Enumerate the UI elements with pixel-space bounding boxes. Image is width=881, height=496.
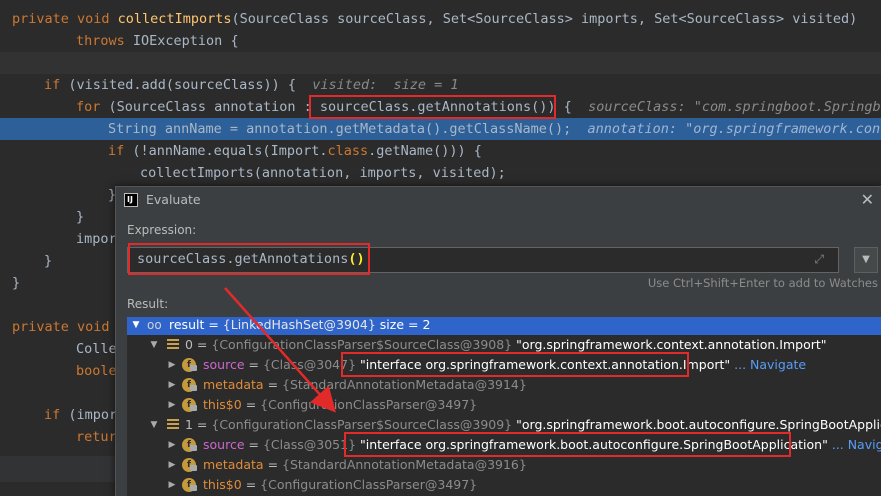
tree-row-item-0[interactable]: ▼ 0 = {ConfigurationClassParser$SourceCl…: [127, 335, 881, 355]
field-icon: f: [182, 398, 197, 412]
field-icon: f: [182, 358, 197, 372]
watch-tip: Use Ctrl+Shift+Enter to add to Watches: [647, 276, 878, 290]
tree-row-item-1[interactable]: ▼ 1 = {ConfigurationClassParser$SourceCl…: [127, 415, 881, 435]
expand-icon[interactable]: ⤢: [814, 252, 824, 267]
tree-row-source-0[interactable]: ▶ f source = {Class@3047} "interface org…: [127, 355, 881, 375]
code-line-5: for (SourceClass annotation : sourceClas…: [76, 99, 881, 115]
dialog-title: Evaluate: [146, 192, 201, 207]
evaluate-dialog: IJ Evaluate ✕ Expression: sourceClass.ge…: [115, 186, 881, 496]
field-icon: f: [182, 458, 197, 472]
field-icon: f: [182, 478, 197, 492]
list-item-icon: [167, 339, 179, 351]
tree-row-result[interactable]: ▼ oo result = {LinkedHashSet@3904} size …: [127, 317, 881, 335]
code-line-6-current: String annName = annotation.getMetadata(…: [0, 118, 881, 140]
close-icon[interactable]: ✕: [861, 190, 874, 209]
tree-row-this-0[interactable]: ▶ f this$0 = {ConfigurationClassParser@3…: [127, 395, 881, 415]
history-dropdown-button[interactable]: ▼: [854, 247, 878, 273]
code-line-1: private void collectImports(SourceClass …: [12, 11, 858, 27]
expression-label: Expression:: [127, 223, 197, 237]
expression-text: sourceClass.getAnnotations: [137, 251, 349, 267]
tree-row-metadata-1[interactable]: ▶ f metadata = {StandardAnnotationMetada…: [127, 455, 881, 475]
tree-row-source-1[interactable]: ▶ f source = {Class@3051} "interface org…: [127, 435, 881, 455]
code-line-8: collectImports(annotation, imports, visi…: [140, 165, 506, 181]
navigate-link[interactable]: ... Navigate: [832, 437, 881, 452]
code-line-2: throws IOException {: [76, 33, 239, 49]
field-icon: f: [182, 438, 197, 452]
tree-row-metadata-0[interactable]: ▶ f metadata = {StandardAnnotationMetada…: [127, 375, 881, 395]
code-line-3: [0, 52, 881, 74]
result-tree[interactable]: ▼ oo result = {LinkedHashSet@3904} size …: [127, 317, 881, 496]
result-label: Result:: [127, 297, 169, 311]
list-item-icon: [167, 419, 179, 431]
intellij-icon: IJ: [124, 193, 138, 207]
code-line-7: if (!annName.equals(Import.class.getName…: [108, 143, 482, 159]
tree-row-this-1[interactable]: ▶ f this$0 = {ConfigurationClassParser@3…: [127, 475, 881, 495]
navigate-link[interactable]: ... Navigate: [734, 357, 806, 372]
dialog-title-bar[interactable]: IJ Evaluate ✕: [116, 187, 881, 214]
expression-input[interactable]: sourceClass.getAnnotations() ⤢: [127, 247, 839, 273]
editor-footer: [0, 456, 120, 482]
field-icon: f: [182, 378, 197, 392]
watch-icon: oo: [147, 318, 162, 332]
code-line-4: if (visited.add(sourceClass)) { visited:…: [44, 77, 459, 93]
